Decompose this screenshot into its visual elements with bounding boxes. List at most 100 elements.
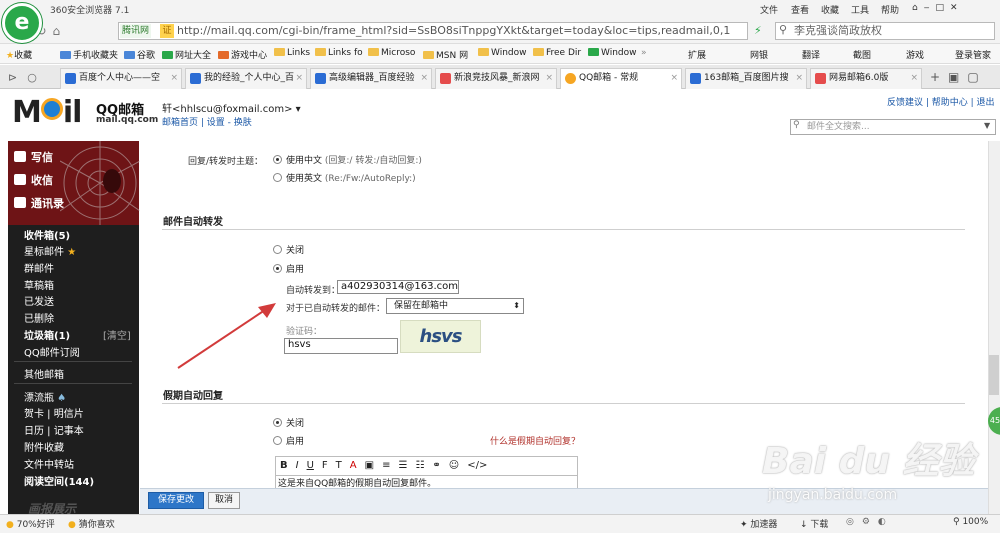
captcha-input[interactable]: hsvs: [284, 338, 398, 354]
cert-icon[interactable]: 证: [160, 24, 174, 38]
sidebar-item-card[interactable]: 贺卡 | 明信片: [24, 405, 84, 420]
scrollbar-thumb[interactable]: [989, 355, 999, 395]
ext-screenshot[interactable]: 截图: [853, 48, 871, 61]
rating-status[interactable]: ● 70%好评: [6, 517, 55, 530]
align-icon[interactable]: ≡: [378, 457, 394, 475]
mail-search-input[interactable]: 邮件全文搜索...: [790, 119, 996, 135]
cancel-button[interactable]: 取消: [208, 492, 240, 509]
ext-games[interactable]: 游戏: [906, 48, 924, 61]
guess-status[interactable]: ● 猜你喜欢: [68, 517, 115, 530]
emoji-icon[interactable]: ☺: [445, 457, 463, 475]
sidebar-item-group[interactable]: 群邮件: [24, 260, 54, 275]
vacation-help-link[interactable]: 什么是假期自动回复？: [490, 434, 580, 447]
sidebar-item-deleted[interactable]: 已删除: [24, 310, 54, 325]
accelerator-status[interactable]: ✦ 加速器: [740, 517, 777, 530]
sidebar-item-sent[interactable]: 已发送: [24, 293, 54, 308]
sidebar-item-other[interactable]: 其他邮箱: [24, 366, 64, 381]
sidebar-item-spam[interactable]: 垃圾箱(1): [24, 327, 70, 342]
sidebar-item-inbox[interactable]: 收件箱(5): [24, 227, 70, 242]
font-color-icon[interactable]: A: [346, 457, 361, 475]
reply-en-radio[interactable]: 使用英文 (Re:/Fw:/AutoReply:): [273, 171, 416, 184]
sidebar-item-transfer[interactable]: 文件中转站: [24, 456, 74, 471]
sidebar-item-attach[interactable]: 附件收藏: [24, 439, 64, 454]
top-links[interactable]: 反馈建议 | 帮助中心 | 退出: [887, 95, 995, 108]
tab-bar-tools[interactable]: ⊳○: [8, 71, 47, 84]
tab-baidu-center[interactable]: 百度个人中心——空 ×: [60, 68, 182, 89]
underline-icon[interactable]: U: [303, 457, 318, 475]
sidebar-item-calendar[interactable]: 日历 | 记事本: [24, 422, 84, 437]
bookmark-google[interactable]: 谷歌: [124, 48, 155, 61]
menu-tools[interactable]: 工具: [851, 3, 869, 16]
sidebar-item-starred[interactable]: 星标邮件 ★: [24, 243, 76, 258]
zoom-status[interactable]: ⚲ 100%: [953, 517, 988, 527]
tab-netease[interactable]: 网易邮箱6.0版 ×: [810, 68, 922, 89]
forward-on-radio[interactable]: 启用: [273, 262, 304, 275]
font-size-icon[interactable]: T: [332, 457, 346, 475]
font-icon[interactable]: F: [318, 457, 332, 475]
tab-qqmail[interactable]: QQ邮箱 - 常规 ×: [560, 68, 682, 89]
menu-view[interactable]: 查看: [791, 3, 809, 16]
forward-off-radio[interactable]: 关闭: [273, 243, 304, 256]
url-input[interactable]: http://mail.qq.com/cgi-bin/frame_html?si…: [118, 22, 748, 40]
background-color-icon[interactable]: ▣: [361, 457, 378, 475]
clear-spam-link[interactable]: [清空]: [103, 327, 131, 342]
bookmark-links-fo[interactable]: Links fo: [315, 48, 363, 58]
bullet-list-icon[interactable]: ☰: [394, 457, 411, 475]
tab-my-experience[interactable]: 我的经验_个人中心_百 ×: [185, 68, 307, 89]
bold-icon[interactable]: B: [276, 457, 292, 475]
italic-icon[interactable]: I: [292, 457, 303, 475]
new-tab-icon[interactable]: +▣▢: [930, 70, 987, 84]
tab-163[interactable]: 163邮箱_百度图片搜 ×: [685, 68, 807, 89]
bookmark-sites[interactable]: 网址大全: [162, 48, 211, 61]
browser-search-input[interactable]: 李克强谈简政放权: [775, 22, 995, 40]
numbered-list-icon[interactable]: ☷: [411, 457, 428, 475]
ext-extensions[interactable]: 扩展: [688, 48, 706, 61]
annotation-arrow: [177, 303, 276, 369]
tab-sina[interactable]: 新浪竞技风暴_新浪网 ×: [435, 68, 557, 89]
forward-to-input[interactable]: a402930314@163.com: [337, 280, 459, 294]
download-status[interactable]: ↓ 下载: [800, 517, 828, 530]
ext-login-manager[interactable]: 登录管家: [955, 48, 991, 61]
search-dropdown-icon[interactable]: ▼: [984, 121, 990, 130]
ext-bank[interactable]: 网银: [750, 48, 768, 61]
captcha-image[interactable]: hsvs: [400, 320, 481, 353]
handled-select[interactable]: 保留在邮箱中 ⬍: [386, 298, 524, 314]
user-account[interactable]: 轩<hhlscu@foxmail.com> ▾: [162, 100, 301, 115]
bookmark-free-dir[interactable]: Free Dir: [533, 48, 581, 58]
handled-label: 对于已自动转发的邮件：: [286, 304, 386, 314]
bookmark-mobile[interactable]: 手机收藏夹: [60, 48, 118, 61]
go-icon[interactable]: ⚡: [754, 24, 762, 37]
sidebar-item-reading[interactable]: 阅读空间(144): [24, 473, 94, 488]
html-icon[interactable]: </>: [463, 457, 491, 475]
menu-help[interactable]: 帮助: [881, 3, 899, 16]
sidebar-item-subscribe[interactable]: QQ邮件订阅: [24, 344, 80, 359]
link-icon[interactable]: ⚭: [428, 457, 444, 475]
menu-file[interactable]: 文件: [760, 3, 778, 16]
write-button[interactable]: 写信: [14, 149, 53, 165]
tab-editor[interactable]: 高级编辑器_百度经验 ×: [310, 68, 432, 89]
ext-translate[interactable]: 翻译: [802, 48, 820, 61]
more-bookmarks-icon[interactable]: »: [641, 48, 647, 58]
scrollbar[interactable]: [988, 141, 1000, 514]
bookmark-favorites[interactable]: ★收藏: [6, 48, 32, 61]
status-tools[interactable]: ◎⚙◐: [846, 517, 894, 527]
vacation-off-radio[interactable]: 关闭: [273, 416, 304, 429]
window-controls[interactable]: ⌂‒□✕: [912, 3, 963, 13]
bookmark-links[interactable]: Links: [274, 48, 310, 58]
receive-button[interactable]: 收信: [14, 172, 53, 188]
bookmark-microsoft[interactable]: Microso: [368, 48, 415, 58]
user-links[interactable]: 邮箱首页 | 设置 - 换肤: [162, 115, 252, 128]
bookmark-windows-2[interactable]: Window: [588, 48, 637, 58]
bookmark-msn[interactable]: MSN 网: [423, 48, 468, 61]
contacts-button[interactable]: 通讯录: [14, 195, 64, 211]
sidebar-item-drafts[interactable]: 草稿箱: [24, 277, 54, 292]
bookmark-games[interactable]: 游戏中心: [218, 48, 267, 61]
save-button[interactable]: 保存更改: [148, 492, 204, 509]
editor-toolbar: B I U F T A ▣ ≡ ☰ ☷ ⚭ ☺ </>: [275, 456, 578, 476]
browser-title-bar: [0, 0, 1000, 18]
reply-cn-radio[interactable]: 使用中文 (回复:/ 转发:/自动回复:): [273, 153, 422, 166]
menu-favorites[interactable]: 收藏: [821, 3, 839, 16]
vacation-on-radio[interactable]: 启用: [273, 434, 304, 447]
bookmark-windows[interactable]: Window: [478, 48, 527, 58]
sidebar-item-bottle[interactable]: 漂流瓶 ♠: [24, 389, 66, 404]
